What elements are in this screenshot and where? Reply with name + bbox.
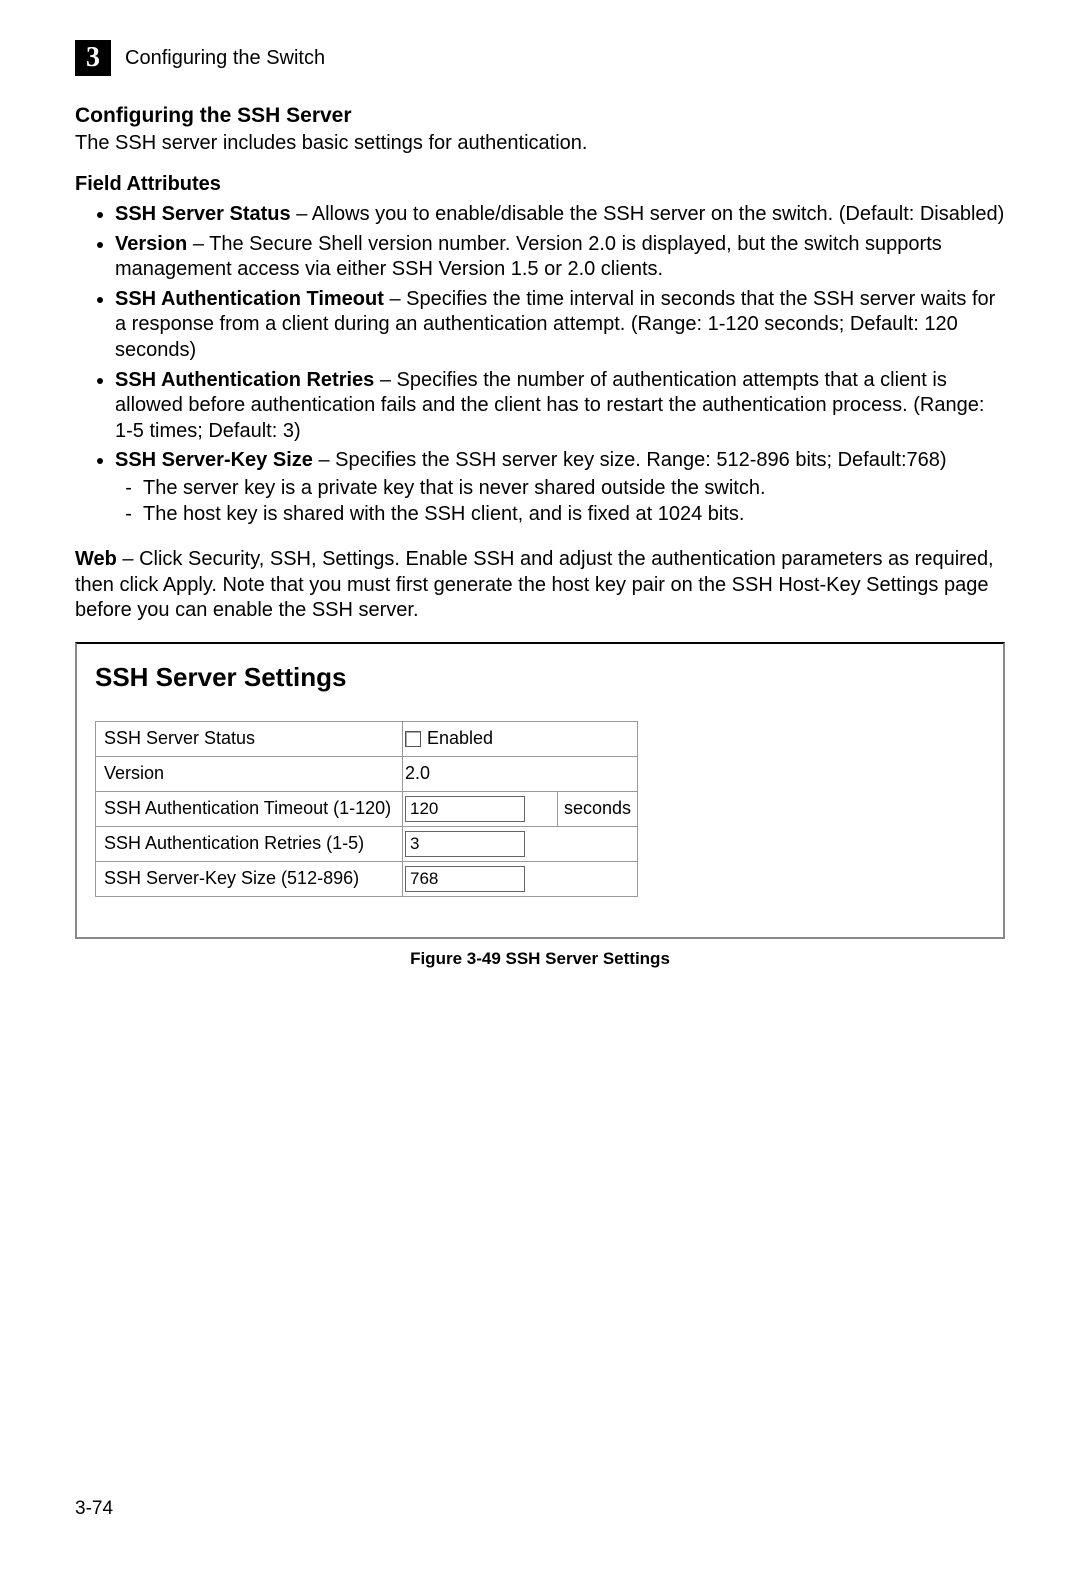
- retries-input[interactable]: [405, 831, 525, 857]
- timeout-input[interactable]: [405, 796, 525, 822]
- list-item: SSH Authentication Timeout – Specifies t…: [115, 287, 1005, 364]
- section-heading: Configuring the SSH Server: [75, 104, 1005, 128]
- section-intro: The SSH server includes basic settings f…: [75, 132, 1005, 155]
- term: SSH Authentication Timeout: [115, 288, 384, 310]
- table-row: Version 2.0: [96, 756, 638, 791]
- term: SSH Server Status: [115, 203, 291, 225]
- figure-caption: Figure 3-49 SSH Server Settings: [75, 949, 1005, 969]
- sub-item: The host key is shared with the SSH clie…: [143, 502, 1005, 528]
- table-row: SSH Server Status Enabled: [96, 721, 638, 756]
- table-row: SSH Authentication Retries (1-5): [96, 826, 638, 861]
- row-label: Version: [96, 756, 403, 791]
- row-value: 2.0: [403, 756, 638, 791]
- document-page: 3 Configuring the Switch Configuring the…: [0, 0, 1080, 1570]
- chapter-number-box: 3: [75, 40, 111, 76]
- row-label: SSH Authentication Timeout (1-120): [96, 791, 403, 826]
- desc: – Allows you to enable/disable the SSH s…: [291, 203, 1005, 225]
- list-item: SSH Server Status – Allows you to enable…: [115, 202, 1005, 228]
- row-label: SSH Server-Key Size (512-896): [96, 861, 403, 896]
- list-item: SSH Authentication Retries – Specifies t…: [115, 368, 1005, 445]
- row-label: SSH Authentication Retries (1-5): [96, 826, 403, 861]
- table-row: SSH Server-Key Size (512-896): [96, 861, 638, 896]
- page-number: 3-74: [75, 1498, 113, 1520]
- list-item: Version – The Secure Shell version numbe…: [115, 232, 1005, 283]
- desc: – The Secure Shell version number. Versi…: [115, 233, 942, 281]
- field-attributes-list: SSH Server Status – Allows you to enable…: [75, 202, 1005, 527]
- figure-panel: SSH Server Settings SSH Server Status En…: [75, 642, 1005, 939]
- table-row: SSH Authentication Timeout (1-120) secon…: [96, 791, 638, 826]
- chapter-title: Configuring the Switch: [125, 47, 325, 70]
- list-item: SSH Server-Key Size – Specifies the SSH …: [115, 448, 1005, 527]
- row-value: [403, 861, 638, 896]
- desc: – Specifies the SSH server key size. Ran…: [313, 449, 947, 471]
- web-term: Web: [75, 548, 117, 570]
- term: SSH Authentication Retries: [115, 369, 374, 391]
- settings-table: SSH Server Status Enabled Version 2.0 SS…: [95, 721, 638, 897]
- term: SSH Server-Key Size: [115, 449, 313, 471]
- row-value: Enabled: [403, 721, 638, 756]
- term: Version: [115, 233, 187, 255]
- web-desc: – Click Security, SSH, Settings. Enable …: [75, 548, 994, 621]
- enabled-checkbox[interactable]: [405, 731, 421, 747]
- sub-list: The server key is a private key that is …: [115, 476, 1005, 527]
- row-value: [403, 791, 558, 826]
- unit-label: seconds: [558, 791, 638, 826]
- row-value: [403, 826, 638, 861]
- page-header: 3 Configuring the Switch: [75, 40, 1005, 76]
- keysize-input[interactable]: [405, 866, 525, 892]
- sub-item: The server key is a private key that is …: [143, 476, 1005, 502]
- panel-title: SSH Server Settings: [95, 662, 985, 693]
- enabled-label: Enabled: [427, 728, 493, 749]
- field-attributes-heading: Field Attributes: [75, 173, 1005, 196]
- row-label: SSH Server Status: [96, 721, 403, 756]
- web-note: Web – Click Security, SSH, Settings. Ena…: [75, 547, 1005, 624]
